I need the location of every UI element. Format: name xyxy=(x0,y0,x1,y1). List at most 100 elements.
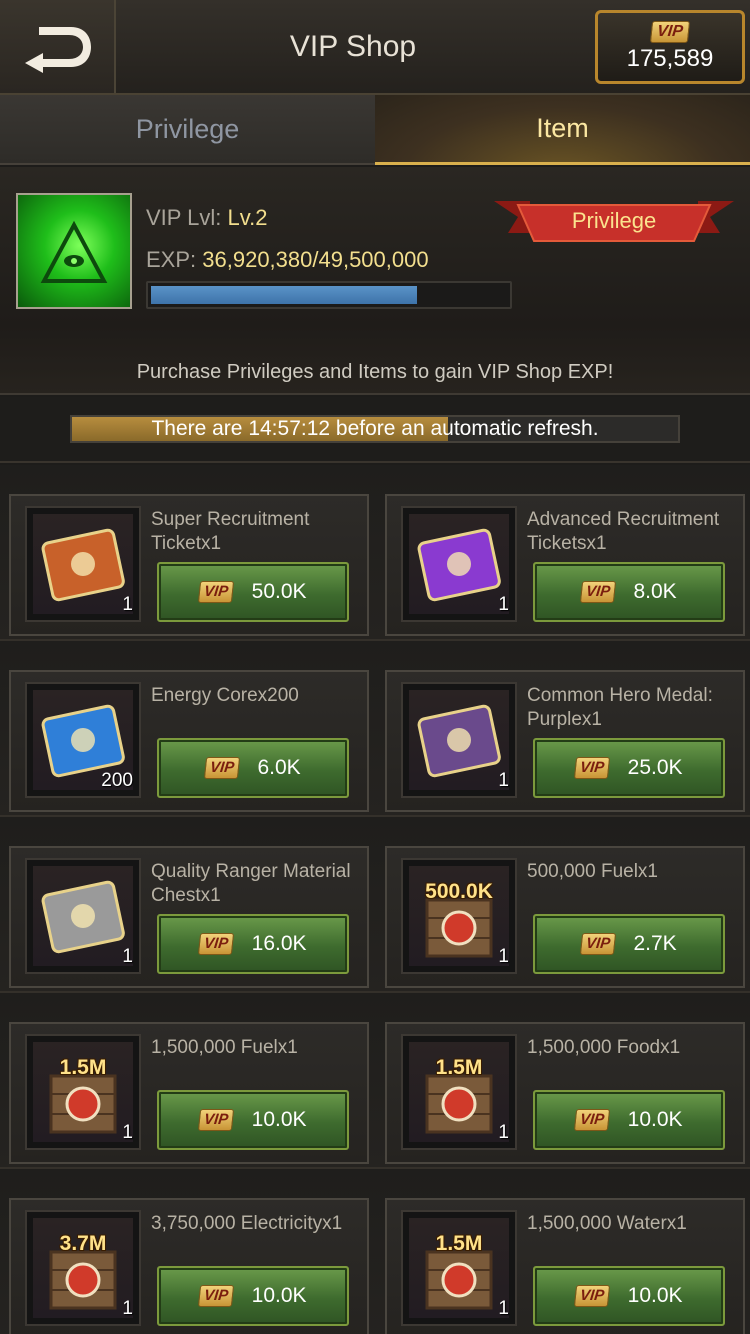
item-price: 16.0K xyxy=(251,932,307,955)
buy-button[interactable]: VIP 2.7K xyxy=(533,914,725,974)
refresh-progress-bar: There are 14:57:12 before an automatic r… xyxy=(70,415,680,443)
back-arrow-icon xyxy=(25,26,91,73)
item-row: 1 Quality Ranger Material Chestx1 VIP 16.0K… xyxy=(0,817,750,993)
advanced-recruitment-ticket-icon: 1 xyxy=(401,506,517,622)
tab-item[interactable]: Item xyxy=(375,95,750,165)
buy-button[interactable]: VIP 16.0K xyxy=(157,914,349,974)
energy-core-icon: 200 xyxy=(25,682,141,798)
item-count: 200 xyxy=(101,770,133,791)
buy-button[interactable]: VIP 10.0K xyxy=(157,1090,349,1150)
tab-bar: Privilege Item xyxy=(0,95,750,165)
exp-progress-bar xyxy=(146,281,512,309)
item-card[interactable]: 1 Common Hero Medal: Purplex1 VIP 25.0K xyxy=(385,670,745,812)
refresh-timer-text: There are 14:57:12 before an automatic r… xyxy=(151,417,599,440)
item-icon-art xyxy=(33,866,133,966)
item-count: 1 xyxy=(498,1122,509,1143)
item-card[interactable]: 1 Advanced Recruitment Ticketsx1 VIP 8.0K xyxy=(385,494,745,636)
item-price: 10.0K xyxy=(627,1108,683,1131)
item-icon-art xyxy=(409,514,509,614)
item-name: Common Hero Medal: Purplex1 xyxy=(527,685,713,730)
tab-privilege[interactable]: Privilege xyxy=(0,95,375,165)
item-count: 1 xyxy=(498,946,509,967)
item-amount-label: 1.5M xyxy=(59,1056,107,1079)
vip-balance[interactable]: VIP 175,589 xyxy=(595,10,745,84)
item-amount-label: 500.0K xyxy=(425,880,493,903)
item-name: 1,500,000 Foodx1 xyxy=(527,1037,681,1058)
water-crate-icon: 1.5M 1 xyxy=(401,1210,517,1326)
item-name: 1,500,000 Waterx1 xyxy=(527,1213,687,1234)
vip-currency-icon: VIP xyxy=(574,1109,611,1131)
item-card[interactable]: 500.0K 1 500,000 Fuelx1 VIP 2.7K xyxy=(385,846,745,988)
item-row: 1.5M 1 1,500,000 Fuelx1 VIP 10.0K 1.5M 1 1,500,… xyxy=(0,993,750,1169)
item-card[interactable]: 1 Quality Ranger Material Chestx1 VIP 16.0K xyxy=(9,846,369,988)
item-price: 10.0K xyxy=(251,1108,307,1131)
buy-button[interactable]: VIP 10.0K xyxy=(533,1090,725,1150)
vip-currency-icon: VIP xyxy=(574,757,611,779)
item-amount-label: 1.5M xyxy=(435,1056,483,1079)
item-icon-art xyxy=(409,690,509,790)
item-count: 1 xyxy=(498,594,509,615)
item-count: 1 xyxy=(122,1122,133,1143)
item-card[interactable]: 1.5M 1 1,500,000 Fuelx1 VIP 10.0K xyxy=(9,1022,369,1164)
buy-button[interactable]: VIP 8.0K xyxy=(533,562,725,622)
vip-currency-icon: VIP xyxy=(198,933,235,955)
vip-exp: EXP: 36,920,380/49,500,000 xyxy=(146,247,429,273)
item-row: 1 Super Recruitment Ticketx1 VIP 50.0K 1 Adva… xyxy=(0,465,750,641)
vip-badge-icon: VIP xyxy=(649,21,691,43)
item-card[interactable]: 1.5M 1 1,500,000 Foodx1 VIP 10.0K xyxy=(385,1022,745,1164)
item-name: Advanced Recruitment Ticketsx1 xyxy=(527,509,720,554)
item-amount-label: 1.5M xyxy=(435,1232,483,1255)
privilege-button-label: Privilege xyxy=(571,208,657,233)
item-name: Super Recruitment Ticketx1 xyxy=(151,509,310,554)
item-count: 1 xyxy=(122,594,133,615)
item-price: 8.0K xyxy=(633,580,677,603)
vip-avatar xyxy=(16,193,132,309)
item-count: 1 xyxy=(498,770,509,791)
buy-button[interactable]: VIP 6.0K xyxy=(157,738,349,798)
pyramid-eye-icon xyxy=(40,220,108,283)
item-card[interactable]: 1.5M 1 1,500,000 Waterx1 VIP 10.0K xyxy=(385,1198,745,1334)
item-row: 3.7M 1 3,750,000 Electricityx1 VIP 10.0K 1.5M… xyxy=(0,1169,750,1334)
vip-currency-icon: VIP xyxy=(198,1285,235,1307)
item-name: 1,500,000 Fuelx1 xyxy=(151,1037,298,1058)
item-price: 10.0K xyxy=(251,1284,307,1307)
item-card[interactable]: 1 Super Recruitment Ticketx1 VIP 50.0K xyxy=(9,494,369,636)
item-price: 6.0K xyxy=(257,756,301,779)
privilege-button[interactable]: Privilege xyxy=(494,197,734,245)
vip-currency-icon: VIP xyxy=(574,1285,611,1307)
item-price: 10.0K xyxy=(627,1284,683,1307)
food-crate-icon: 1.5M 1 xyxy=(401,1034,517,1150)
hero-medal-icon: 1 xyxy=(401,682,517,798)
buy-button[interactable]: VIP 25.0K xyxy=(533,738,725,798)
fuel-crate-icon: 1.5M 1 xyxy=(25,1034,141,1150)
buy-button[interactable]: VIP 10.0K xyxy=(533,1266,725,1326)
buy-button[interactable]: VIP 10.0K xyxy=(157,1266,349,1326)
item-name: Energy Corex200 xyxy=(151,685,299,706)
buy-button[interactable]: VIP 50.0K xyxy=(157,562,349,622)
vip-currency-icon: VIP xyxy=(580,933,617,955)
exp-value: 36,920,380/49,500,000 xyxy=(202,247,429,272)
item-count: 1 xyxy=(122,946,133,967)
item-card[interactable]: 200 Energy Corex200 VIP 6.0K xyxy=(9,670,369,812)
item-icon-art xyxy=(33,514,133,614)
vip-currency-icon: VIP xyxy=(580,581,617,603)
item-name: 500,000 Fuelx1 xyxy=(527,861,658,882)
vip-exp-note: Purchase Privileges and Items to gain VI… xyxy=(136,361,614,383)
refresh-area: There are 14:57:12 before an automatic r… xyxy=(0,397,750,463)
item-name: Quality Ranger Material Chestx1 xyxy=(151,861,351,906)
page-title: VIP Shop xyxy=(289,29,417,63)
item-amount-label: 3.7M xyxy=(59,1232,107,1255)
electricity-crate-icon: 3.7M 1 xyxy=(25,1210,141,1326)
back-button[interactable] xyxy=(0,0,116,93)
item-price: 25.0K xyxy=(627,756,683,779)
vip-info-panel: VIP Lvl: Lv.2 EXP: 36,920,380/49,500,000… xyxy=(0,167,750,395)
exp-label: EXP: xyxy=(146,247,197,272)
vip-balance-value: 175,589 xyxy=(626,45,714,72)
vip-level-label: VIP Lvl: xyxy=(146,205,222,230)
item-card[interactable]: 3.7M 1 3,750,000 Electricityx1 VIP 10.0K xyxy=(9,1198,369,1334)
material-chest-icon: 1 xyxy=(25,858,141,974)
item-name: 3,750,000 Electricityx1 xyxy=(151,1213,343,1234)
exp-progress-fill xyxy=(151,286,417,304)
item-price: 50.0K xyxy=(251,580,307,603)
vip-currency-icon: VIP xyxy=(198,1109,235,1131)
